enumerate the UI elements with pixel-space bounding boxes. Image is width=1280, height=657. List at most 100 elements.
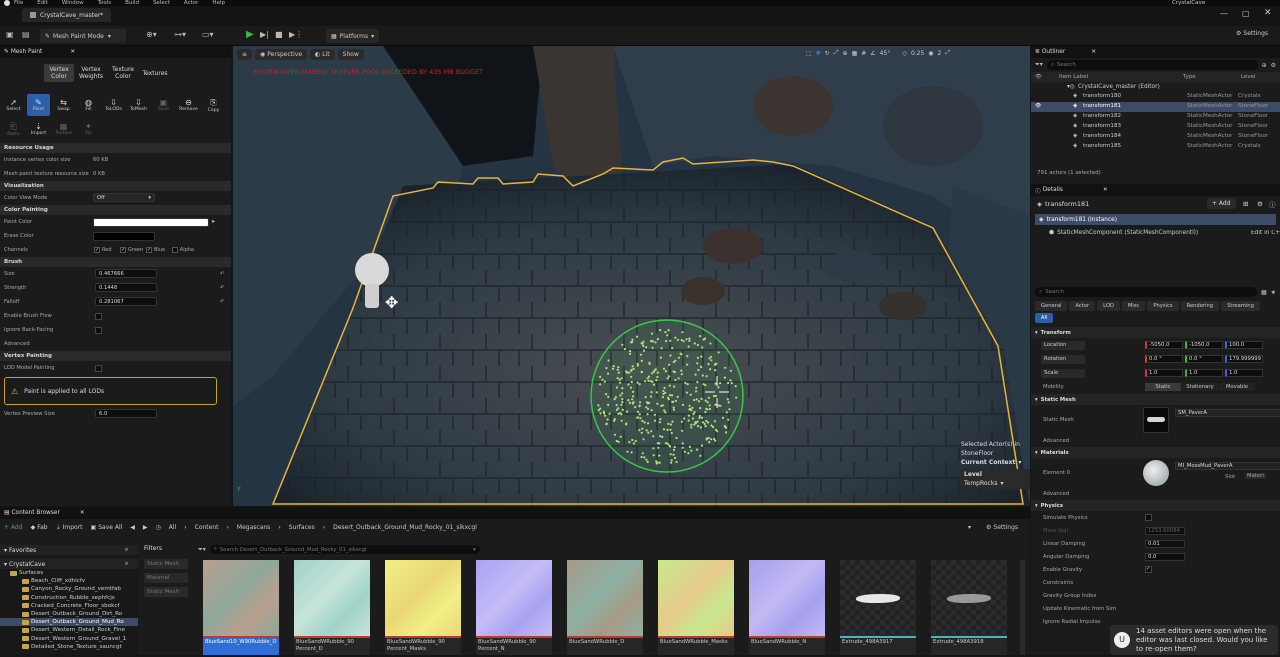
search-icon[interactable]: ⌕ <box>125 546 128 554</box>
filter-chip[interactable]: Static Mesh <box>144 587 188 597</box>
maximize-viewport-icon[interactable]: ⤢ <box>945 49 950 57</box>
edit-cpp-link[interactable]: Edit in C++ <box>1251 230 1280 236</box>
tree-item-folder[interactable]: Beach_Cliff_xdhicfv <box>0 577 138 585</box>
mode-tab-texture-color[interactable]: Texture Color <box>108 64 138 82</box>
scale-snap-icon[interactable]: ◇ <box>902 50 907 57</box>
asset-tile[interactable]: BlueSandWRubble_D <box>567 560 643 655</box>
breadcrumb-item[interactable]: All <box>169 524 176 531</box>
channel-green[interactable]: ✓ Green <box>120 247 143 253</box>
tree-item-folder[interactable]: Desert_Western_Ground_Gravel_1 <box>0 635 138 643</box>
details-tab-misc[interactable]: Misc <box>1121 301 1146 311</box>
details-search-input[interactable]: ⌕ Search <box>1035 287 1257 297</box>
channel-red[interactable]: ✓ Red <box>94 247 116 253</box>
world-icon[interactable]: ⊕ <box>843 50 848 57</box>
scale-snap-value[interactable]: 0.25 <box>911 50 924 57</box>
favorites-label[interactable]: Favorites <box>9 547 36 554</box>
add-component-button[interactable]: + Add <box>1207 198 1236 209</box>
outliner-root[interactable]: ▾◎ CrystalCave_master (Editor) <box>1031 82 1280 92</box>
visibility-icon[interactable]: 👁 <box>1035 103 1041 109</box>
blueprint-icon[interactable]: ⊞ <box>1243 200 1248 208</box>
breadcrumb-item[interactable]: Megascans <box>237 524 270 531</box>
tool-save[interactable]: ▣ Save <box>152 94 175 116</box>
channel-blue[interactable]: ✓ Blue <box>146 247 168 253</box>
paint-color-swatch[interactable] <box>93 218 209 227</box>
outliner-row[interactable]: ◈ transform182 StaticMeshActor StoneFloor <box>1031 112 1280 122</box>
details-tab-all[interactable]: All <box>1035 313 1054 323</box>
filter-chip[interactable]: Material <box>144 573 188 583</box>
breadcrumb-item[interactable]: Desert_Outback_Ground_Mud_Rocky_01_sikxc… <box>333 524 477 531</box>
filter-chip[interactable]: Static Mesh <box>144 559 188 569</box>
physics-section-header[interactable]: ▾ Physics <box>1031 500 1280 511</box>
level-selector[interactable]: Level TempRocks ▾ <box>961 469 1030 489</box>
tree-item-folder[interactable]: Detailed_Stone_Texture_sauncgt <box>0 643 138 651</box>
save-all-button[interactable]: ▣ Save All <box>91 524 123 531</box>
tool-fix[interactable]: ✦ Fix <box>77 118 100 140</box>
camera-speed-icon[interactable]: ◉ <box>928 50 933 57</box>
save-icon[interactable]: ▣ <box>6 30 14 39</box>
instance-row[interactable]: ◈ transform181 (Instance) <box>1035 214 1276 225</box>
cinematics-icon[interactable]: ▭▾ <box>202 30 214 39</box>
tool-texture[interactable]: ▦ Texture <box>52 118 75 140</box>
scale-x-input[interactable]: 1.0 <box>1145 369 1183 377</box>
select-mode-icon[interactable]: ⬚ <box>806 50 812 57</box>
stop-icon[interactable]: ■ <box>275 30 283 39</box>
details-tab-streaming[interactable]: Streaming <box>1221 301 1260 311</box>
asset-scrollbar[interactable] <box>1020 560 1025 655</box>
blueprint-icon[interactable]: ⊶▾ <box>174 30 186 39</box>
close-tab-icon[interactable]: ✕ <box>1091 49 1096 55</box>
grid-view-icon[interactable]: ▦ <box>1261 289 1267 296</box>
rotate-icon[interactable]: ↻ <box>825 50 830 57</box>
tool-fill[interactable]: ◍ Fill <box>77 94 100 116</box>
mobility-static-button[interactable]: Static <box>1145 382 1181 391</box>
close-tab-icon[interactable]: ✕ <box>1103 187 1108 193</box>
mode-tab-textures[interactable]: Textures <box>140 68 170 79</box>
erase-color-swatch[interactable] <box>93 232 155 241</box>
viewport-options-button[interactable]: ≡ <box>237 49 253 60</box>
add-actor-icon[interactable]: ⊕▾ <box>146 30 157 39</box>
platforms-button[interactable]: ▦ Platforms ▾ <box>326 29 380 43</box>
ignore-backfacing-checkbox[interactable] <box>95 326 102 334</box>
location-y-input[interactable]: -1050.0 <box>1185 341 1223 349</box>
content-icon[interactable]: ▤ <box>22 30 30 39</box>
angle-snap-value[interactable]: 45° <box>880 50 891 57</box>
col-type[interactable]: Type <box>1183 74 1196 80</box>
static-mesh-section-header[interactable]: ▾ Static Mesh <box>1031 394 1280 405</box>
tree-item-surfaces[interactable]: Surfaces <box>0 569 138 577</box>
asset-tile[interactable]: BlueSandWRubble_90 Percent_D <box>294 560 370 655</box>
tree-item-folder[interactable]: Desert_Western_Detail_Rock_Fine <box>0 626 138 634</box>
tool-paste[interactable]: ⎗ Paste <box>2 118 25 140</box>
col-level[interactable]: Level <box>1241 74 1256 80</box>
tool-tolods[interactable]: ⇩ ToLODs <box>102 94 125 116</box>
details-tab-physics[interactable]: Physics <box>1147 301 1179 311</box>
star-icon[interactable]: ★ <box>1271 289 1276 296</box>
forward-icon[interactable]: ▶ <box>143 524 148 531</box>
camera-speed-value[interactable]: 2 <box>938 50 942 57</box>
outliner-row[interactable]: ◈ transform184 StaticMeshActor StoneFloor <box>1031 132 1280 142</box>
outliner-row[interactable]: 👁 ◈ transform181 StaticMeshActor StoneFloor <box>1031 102 1280 112</box>
tree-item-folder[interactable]: Canyon_Rocky_Ground_vemtfab <box>0 585 138 593</box>
tool-copy[interactable]: ⎘ Copy <box>202 94 225 116</box>
scale-z-input[interactable]: 1.0 <box>1225 369 1263 377</box>
path-dropdown-icon[interactable]: ▾ <box>968 524 971 531</box>
lod-painting-checkbox[interactable] <box>95 364 102 372</box>
info-icon[interactable]: ⓘ <box>1269 199 1276 209</box>
back-icon[interactable]: ◀ <box>130 524 135 531</box>
filter-icon[interactable]: ⏷▾ <box>198 546 206 554</box>
outliner-row[interactable]: ◈ transform185 StaticMeshActor Crystals <box>1031 142 1280 152</box>
asset-tile[interactable]: Extrude_498A3918 <box>931 560 1007 655</box>
arrow-right-icon[interactable]: ➤ <box>211 219 215 225</box>
lit-button[interactable]: ◐ Lit <box>310 49 335 60</box>
mass-input[interactable]: 1253.60084 <box>1145 526 1185 535</box>
reset-icon[interactable]: ↶ <box>220 285 224 291</box>
advanced-expander[interactable]: Advanced <box>0 337 231 351</box>
static-mesh-dropdown[interactable]: SM_PaverA <box>1175 409 1280 417</box>
close-tab-icon[interactable]: ✕ <box>70 49 75 55</box>
level-viewport[interactable]: ✥ ≡ ◉ Perspective ◐ Lit Show SYSTEM OVERLO… <box>233 46 1030 506</box>
add-button[interactable]: + Add <box>4 524 23 531</box>
channel-alpha[interactable]: Alpha <box>172 247 194 253</box>
breadcrumb-item[interactable]: Content <box>195 524 219 531</box>
close-tab-icon[interactable]: ✕ <box>80 510 85 516</box>
location-x-input[interactable]: -5050.0 <box>1145 341 1183 349</box>
details-tab-general[interactable]: General <box>1035 301 1068 311</box>
transform-section-header[interactable]: ▾ Transform <box>1031 327 1280 338</box>
